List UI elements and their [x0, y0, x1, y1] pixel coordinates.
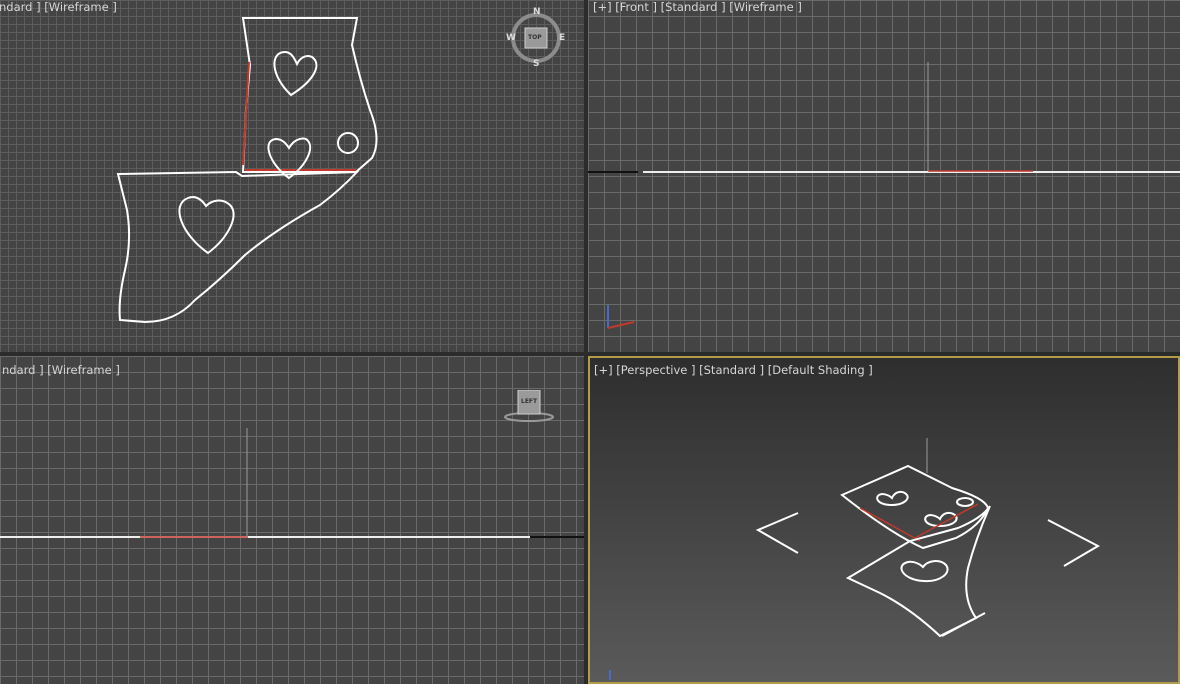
corner-axis-x: [607, 321, 635, 329]
heart-shape: [273, 50, 318, 97]
selected-edge-vertical: [242, 61, 250, 166]
gizmo-y-axis: [914, 503, 979, 539]
bounding-bracket-bottom: [941, 612, 986, 637]
perspective-viewport[interactable]: [+] [Perspective ] [Standard ] [Default …: [588, 356, 1180, 684]
sock-lower-perspective: [845, 505, 991, 638]
sock-lower-outline: [116, 170, 360, 324]
compass-south-label: S: [533, 59, 540, 69]
sock-upper-perspective: [840, 464, 990, 550]
circle-hole: [337, 132, 359, 154]
bounding-bracket-left: [755, 512, 799, 554]
compass-north-label: N: [533, 7, 541, 17]
front-viewport[interactable]: [+] [Front ] [Standard ] [Wireframe ]: [588, 0, 1180, 352]
viewcube-top[interactable]: N S E W TOP: [506, 7, 566, 69]
left-viewport-shapes: [0, 428, 584, 538]
compass-east-label: E: [559, 33, 566, 43]
perspective-viewport-shapes: [609, 438, 1101, 680]
circle-hole: [956, 497, 974, 507]
heart-shape: [178, 196, 235, 255]
gizmo-x-axis: [859, 507, 921, 542]
compass-west-label: W: [506, 33, 516, 43]
viewcube-left-face[interactable]: LEFT: [521, 398, 537, 405]
viewcube-left[interactable]: LEFT: [504, 390, 554, 424]
heart-shape: [900, 560, 949, 583]
left-viewport[interactable]: ndard ] [Wireframe ] LEFT: [0, 356, 584, 684]
top-viewport-shapes: [116, 17, 378, 324]
bounding-bracket-right: [1047, 519, 1101, 567]
viewcube-top-face[interactable]: TOP: [528, 34, 542, 41]
front-viewport-shapes: [588, 62, 1180, 329]
top-viewport[interactable]: ndard ] [Wireframe ] N S E W TOP: [0, 0, 584, 352]
heart-shape: [876, 490, 909, 507]
